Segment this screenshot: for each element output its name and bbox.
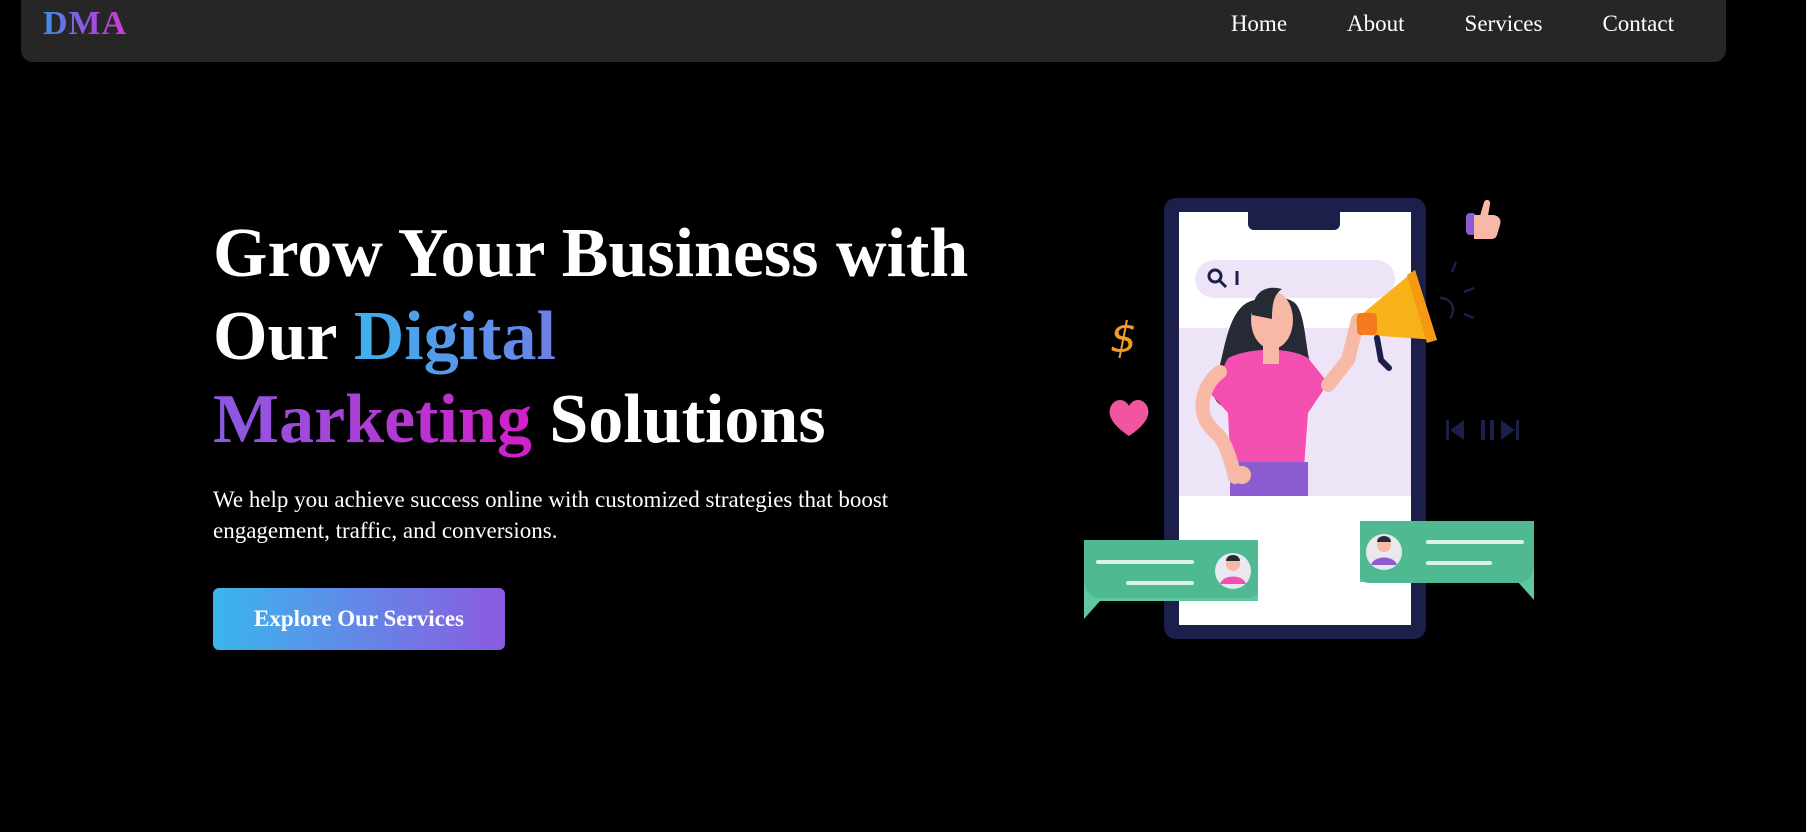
hero-title-part2: Solutions [531, 381, 826, 458]
search-icon [1195, 260, 1395, 298]
nav-links: Home About Services Contact [1231, 10, 1674, 38]
navbar: DMA Home About Services Contact [21, 0, 1726, 62]
thumbs-up-icon [1466, 199, 1501, 239]
nav-link-home[interactable]: Home [1231, 10, 1287, 38]
nav-link-contact[interactable]: Contact [1602, 10, 1674, 38]
hero-title-highlight-marketing: Marketing [213, 381, 532, 458]
logo[interactable]: DMA [43, 4, 127, 44]
hero-title-part1: Grow Your Business with Our [213, 215, 969, 375]
media-controls-icon [1446, 420, 1519, 440]
nav-link-about[interactable]: About [1347, 10, 1405, 38]
heart-icon [1109, 400, 1149, 436]
hero-title-highlight-digital: Digital [353, 298, 556, 375]
explore-services-button[interactable]: Explore Our Services [213, 588, 505, 650]
dollar-icon: $ [1110, 313, 1137, 362]
nav-link-services[interactable]: Services [1465, 10, 1543, 38]
hero-subtitle: We help you achieve success online with … [213, 487, 889, 543]
hero-title: Grow Your Business with Our Digital Marke… [213, 212, 973, 461]
hero-illustration: $ [1084, 198, 1534, 639]
